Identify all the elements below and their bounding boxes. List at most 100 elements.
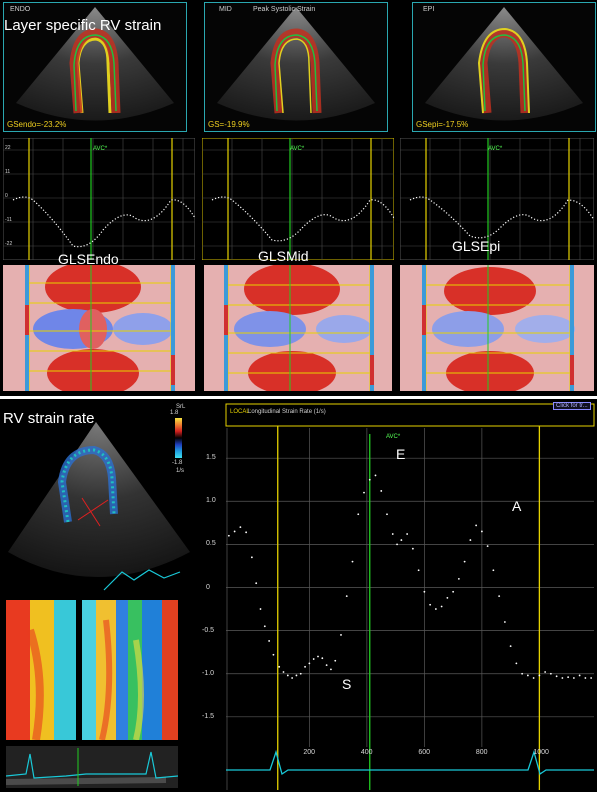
data-point [561,677,564,679]
strain-curve-epi[interactable]: AVC* GLSEpi [400,138,594,260]
data-point [259,608,262,610]
data-point [544,671,547,673]
data-point [492,569,495,572]
section-title: RV strain rate [3,410,95,427]
data-point [417,569,420,572]
strain-colormap-epi[interactable] [400,265,594,391]
y-tick: -22 [5,241,13,247]
y-tick: 22 [5,145,11,151]
data-point [572,677,575,679]
data-point [391,533,394,535]
avc-marker-label: AVC* [290,146,305,152]
curve-label: GLSEpi [452,238,501,254]
click-hint-button[interactable]: Click for tr... [553,402,591,410]
y-tick: 11 [5,169,11,175]
data-point [250,556,253,559]
colorbar-max: 1.8 [170,410,179,416]
data-point [334,659,337,662]
data-point [532,677,535,679]
data-point [291,677,294,679]
data-point [308,662,311,665]
data-point [446,596,449,599]
page-title: Layer specific RV strain [4,17,162,34]
data-point [299,672,302,675]
data-point [278,665,281,668]
section-divider [0,396,597,399]
data-point [304,665,306,668]
data-point [227,534,230,537]
x-tick-label: 1000 [533,749,549,756]
data-point [429,603,432,606]
strain-rate-echo-svg [4,402,198,592]
data-point [526,674,529,677]
peak-label-s: S [342,676,352,692]
colormap-svg [400,265,594,391]
echo-panel-endo[interactable]: ENDO Layer specific RV strain GSendo=-23… [3,2,187,132]
data-point [406,533,409,535]
data-point [475,524,478,527]
layer-label: EPI [423,6,435,13]
data-point [555,675,558,678]
data-point [396,543,398,546]
global-strain-value: GSendo=-23.2% [7,120,67,129]
data-point [509,645,512,648]
strain-rate-chart[interactable]: LOCAL: Longitudinal Strain Rate (1/s) Cl… [198,402,596,790]
data-point [368,478,371,481]
data-point [363,491,365,494]
ecg-svg [6,746,178,788]
data-point [411,547,414,550]
avc-marker-label: AVC* [93,146,108,152]
y-tick: 0 [5,193,8,199]
data-point [374,474,377,477]
peak-label-a: A [512,498,522,514]
y-tick-label: 0.5 [206,540,216,548]
strain-rate-mmode[interactable] [6,600,178,740]
x-tick-label: 600 [418,749,431,756]
data-point [317,655,319,658]
data-point [457,577,460,580]
data-point [325,664,328,666]
global-strain-value: GS=-19.9% [208,120,250,129]
data-point [498,595,501,598]
y-tick-label: -0.5 [202,626,215,634]
data-point [584,677,587,679]
data-point [423,590,426,593]
mmode-svg [6,600,178,740]
curve-label: GLSMid [258,248,309,264]
data-point [272,653,275,656]
echo-panel-mid[interactable]: MID Peak Systolic Strain GS=-19.9% [204,2,388,132]
strain-colormap-mid[interactable] [204,265,392,391]
data-point [578,674,581,677]
strain-curve-svg-endo [3,138,195,260]
strain-curve-endo[interactable]: 22 11 0 -11 -22 AVC* GLSEndo [3,138,195,267]
data-point [282,671,285,673]
strain-colormap-endo[interactable] [3,265,195,391]
echo-sector-mid [217,7,375,121]
data-point [549,672,552,675]
panel-subtitle: Peak Systolic Strain [253,6,316,13]
data-point [351,560,354,563]
data-point [295,674,298,677]
colormap-svg [204,265,392,391]
data-point [480,530,483,533]
data-point [452,590,455,593]
data-point [503,621,506,623]
data-point [486,545,489,548]
peak-label-e: E [396,446,406,462]
strain-curve-mid[interactable]: AVC* GLSMid [202,138,394,264]
data-point [434,608,437,610]
data-point [239,526,242,529]
data-point [255,582,258,585]
data-point [469,539,472,541]
strain-rate-echo[interactable]: RV strain rate SrL 1.8 -1.8 1/s [3,402,198,592]
ecg-strip-left[interactable] [6,746,178,788]
data-point [567,676,570,679]
data-point [380,490,383,492]
data-point [590,677,593,679]
layer-label: ENDO [10,6,31,13]
data-point [345,595,348,598]
chart-header-title: Longitudinal Strain Rate (1/s) [248,409,326,415]
y-tick-label: 0 [206,583,210,591]
strain-curve-svg-mid [202,138,394,260]
echo-panel-epi[interactable]: EPI GSepi=-17.5% [412,2,596,132]
